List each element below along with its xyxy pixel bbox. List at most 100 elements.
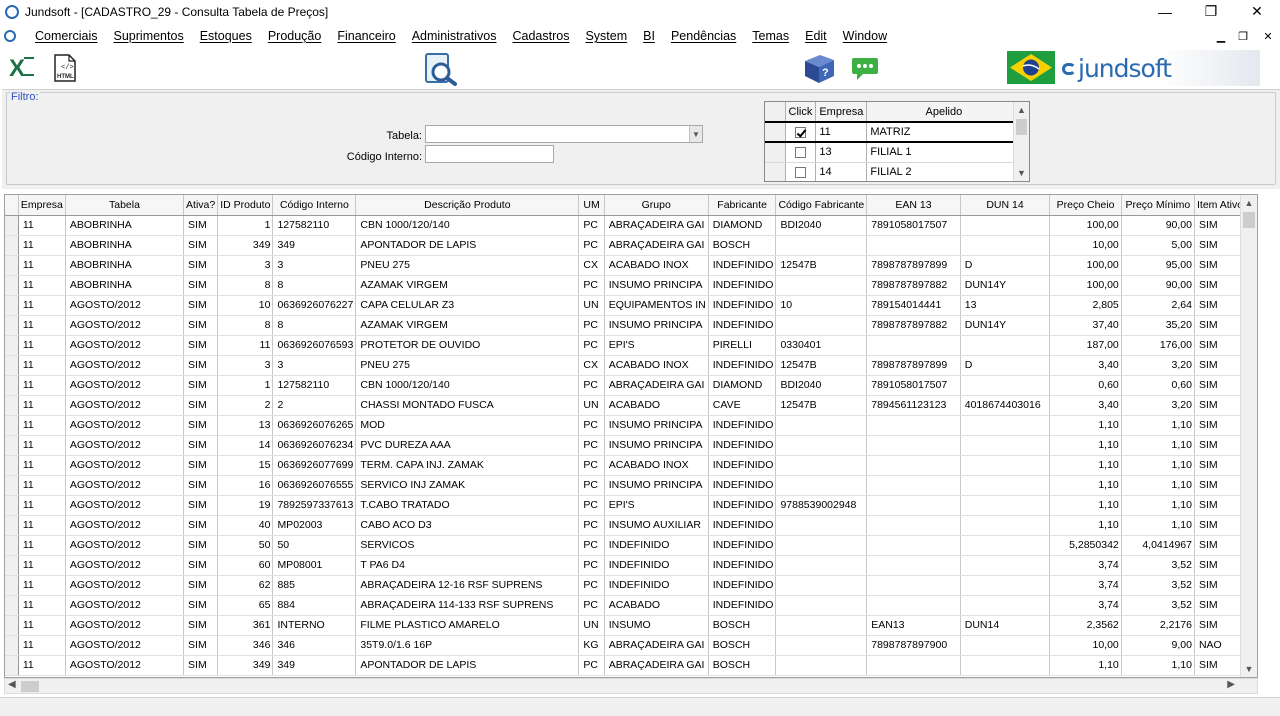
cell-codigo-fabricante[interactable] <box>775 655 868 676</box>
cell-dun14[interactable] <box>960 455 1051 476</box>
table-row[interactable]: 11 ABOBRINHA SIM 3 3 PNEU 275 CX ACABADO INOX IN… <box>5 255 1257 276</box>
cell-fabricante[interactable]: INDEFINIDO <box>708 435 777 456</box>
empresas-header-click[interactable]: Click <box>785 102 817 123</box>
cell-codigo-interno[interactable]: 7892597337613 <box>272 495 357 516</box>
cell-tabela[interactable]: ABOBRINHA <box>65 235 185 256</box>
cell-grupo[interactable]: ABRAÇADEIRA GAI <box>604 215 709 236</box>
cell-fabricante[interactable]: CAVE <box>708 395 777 416</box>
cell-codigo-interno[interactable]: 0636926076234 <box>272 435 357 456</box>
cell-descricao-produto[interactable]: AZAMAK VIRGEM <box>355 275 580 296</box>
cell-dun14[interactable]: 13 <box>960 295 1051 316</box>
row-indicator[interactable] <box>5 375 19 396</box>
cell-ativa[interactable]: SIM <box>183 655 219 676</box>
cell-ativa[interactable]: SIM <box>183 415 219 436</box>
tabela-combo[interactable]: ▼ <box>425 125 703 143</box>
empresas-scroll-thumb[interactable] <box>1016 119 1027 135</box>
cell-preco-minimo[interactable]: 0,60 <box>1121 375 1195 396</box>
cell-id-produto[interactable]: 1 <box>217 215 274 236</box>
cell-ean13[interactable] <box>866 235 961 256</box>
row-indicator[interactable] <box>5 455 19 476</box>
cell-codigo-interno[interactable]: INTERNO <box>272 615 357 636</box>
cell-ean13[interactable]: 7898787897882 <box>866 315 961 336</box>
cell-preco-cheio[interactable]: 3,74 <box>1049 555 1122 576</box>
cell-um[interactable]: PC <box>578 475 605 496</box>
row-indicator[interactable] <box>5 475 19 496</box>
row-indicator[interactable] <box>5 515 19 536</box>
cell-ean13[interactable]: 7898787897899 <box>866 355 961 376</box>
table-row[interactable]: 11 AGOSTO/2012 SIM 361 INTERNO FILME PLASTICO… <box>5 615 1257 636</box>
table-row[interactable]: 11 AGOSTO/2012 SIM 10 0636926076227 CAPA CELU… <box>5 295 1257 316</box>
cell-preco-cheio[interactable]: 10,00 <box>1049 635 1122 656</box>
cell-codigo-interno[interactable]: 0636926077699 <box>272 455 357 476</box>
cell-descricao-produto[interactable]: PNEU 275 <box>355 355 580 376</box>
cell-preco-cheio[interactable]: 1,10 <box>1049 435 1122 456</box>
menu-edit[interactable]: Edit <box>797 29 835 43</box>
row-indicator[interactable] <box>5 395 19 416</box>
cell-descricao-produto[interactable]: AZAMAK VIRGEM <box>355 315 580 336</box>
cell-descricao-produto[interactable]: APONTADOR DE LAPIS <box>355 655 580 676</box>
cell-um[interactable]: PC <box>578 575 605 596</box>
cell-id-produto[interactable]: 2 <box>217 395 274 416</box>
cell-id-produto[interactable]: 8 <box>217 315 274 336</box>
cell-codigo-interno[interactable]: 0636926076227 <box>272 295 357 316</box>
cell-grupo[interactable]: INDEFINIDO <box>604 535 709 556</box>
cell-preco-cheio[interactable]: 0,60 <box>1049 375 1122 396</box>
cell-id-produto[interactable]: 1 <box>217 375 274 396</box>
cell-um[interactable]: KG <box>578 635 605 656</box>
cell-um[interactable]: UN <box>578 295 605 316</box>
cell-grupo[interactable]: ACABADO INOX <box>604 355 709 376</box>
row-indicator[interactable] <box>5 295 19 316</box>
cell-empresa[interactable]: 11 <box>18 435 66 456</box>
col-header-tabela[interactable]: Tabela <box>65 195 185 216</box>
cell-fabricante[interactable]: INDEFINIDO <box>708 595 777 616</box>
cell-codigo-interno[interactable]: 0636926076265 <box>272 415 357 436</box>
table-row[interactable]: 11 ABOBRINHA SIM 1 127582110 CBN 1000/120/140… <box>5 215 1257 236</box>
row-indicator[interactable] <box>5 655 19 676</box>
cell-codigo-fabricante[interactable]: 10 <box>775 295 868 316</box>
cell-ean13[interactable] <box>866 455 961 476</box>
cell-dun14[interactable] <box>960 595 1051 616</box>
cell-tabela[interactable]: AGOSTO/2012 <box>65 635 185 656</box>
row-indicator[interactable] <box>5 275 19 296</box>
cell-tabela[interactable]: AGOSTO/2012 <box>65 435 185 456</box>
cell-empresa[interactable]: 11 <box>18 655 66 676</box>
cell-preco-cheio[interactable]: 10,00 <box>1049 235 1122 256</box>
cell-ean13[interactable]: 7891058017507 <box>866 375 961 396</box>
cell-grupo[interactable]: ACABADO INOX <box>604 255 709 276</box>
menu-producao[interactable]: Produção <box>260 29 330 43</box>
cell-fabricante[interactable]: BOSCH <box>708 655 777 676</box>
cell-fabricante[interactable]: INDEFINIDO <box>708 315 777 336</box>
table-row[interactable]: 11 AGOSTO/2012 SIM 8 8 AZAMAK VIRGEM PC INSUMO … <box>5 315 1257 336</box>
cell-preco-minimo[interactable]: 1,10 <box>1121 655 1195 676</box>
cell-tabela[interactable]: AGOSTO/2012 <box>65 595 185 616</box>
cell-tabela[interactable]: ABOBRINHA <box>65 215 185 236</box>
cell-grupo[interactable]: ACABADO <box>604 595 709 616</box>
col-header-empresa[interactable]: Empresa <box>18 195 66 216</box>
cell-descricao-produto[interactable]: CHASSI MONTADO FUSCA <box>355 395 580 416</box>
table-row[interactable]: 11 AGOSTO/2012 SIM 2 2 CHASSI MONTADO FUSCA UN… <box>5 395 1257 416</box>
col-header-ativa[interactable]: Ativa? <box>183 195 219 216</box>
cell-fabricante[interactable]: PIRELLI <box>708 335 777 356</box>
cell-id-produto[interactable]: 8 <box>217 275 274 296</box>
menu-window[interactable]: Window <box>835 29 895 43</box>
cell-codigo-fabricante[interactable] <box>775 235 868 256</box>
cell-ativa[interactable]: SIM <box>183 275 219 296</box>
cell-um[interactable]: PC <box>578 535 605 556</box>
cell-ativa[interactable]: SIM <box>183 255 219 276</box>
cell-preco-minimo[interactable]: 35,20 <box>1121 315 1195 336</box>
cell-codigo-interno[interactable]: 346 <box>272 635 357 656</box>
cell-id-produto[interactable]: 40 <box>217 515 274 536</box>
row-indicator[interactable] <box>765 142 786 163</box>
cell-ean13[interactable] <box>866 575 961 596</box>
help-button[interactable]: ? <box>802 52 836 87</box>
cell-dun14[interactable] <box>960 535 1051 556</box>
table-row[interactable]: 11 ABOBRINHA SIM 349 349 APONTADOR DE LAPIS PC… <box>5 235 1257 256</box>
cell-preco-minimo[interactable]: 90,00 <box>1121 215 1195 236</box>
cell-um[interactable]: PC <box>578 435 605 456</box>
cell-um[interactable]: PC <box>578 315 605 336</box>
table-row[interactable]: 11 AGOSTO/2012 SIM 62 885 ABRAÇADEIRA 12-16 R… <box>5 575 1257 596</box>
row-indicator[interactable] <box>5 435 19 456</box>
cell-codigo-fabricante[interactable] <box>775 435 868 456</box>
cell-fabricante[interactable]: BOSCH <box>708 635 777 656</box>
cell-ean13[interactable] <box>866 475 961 496</box>
